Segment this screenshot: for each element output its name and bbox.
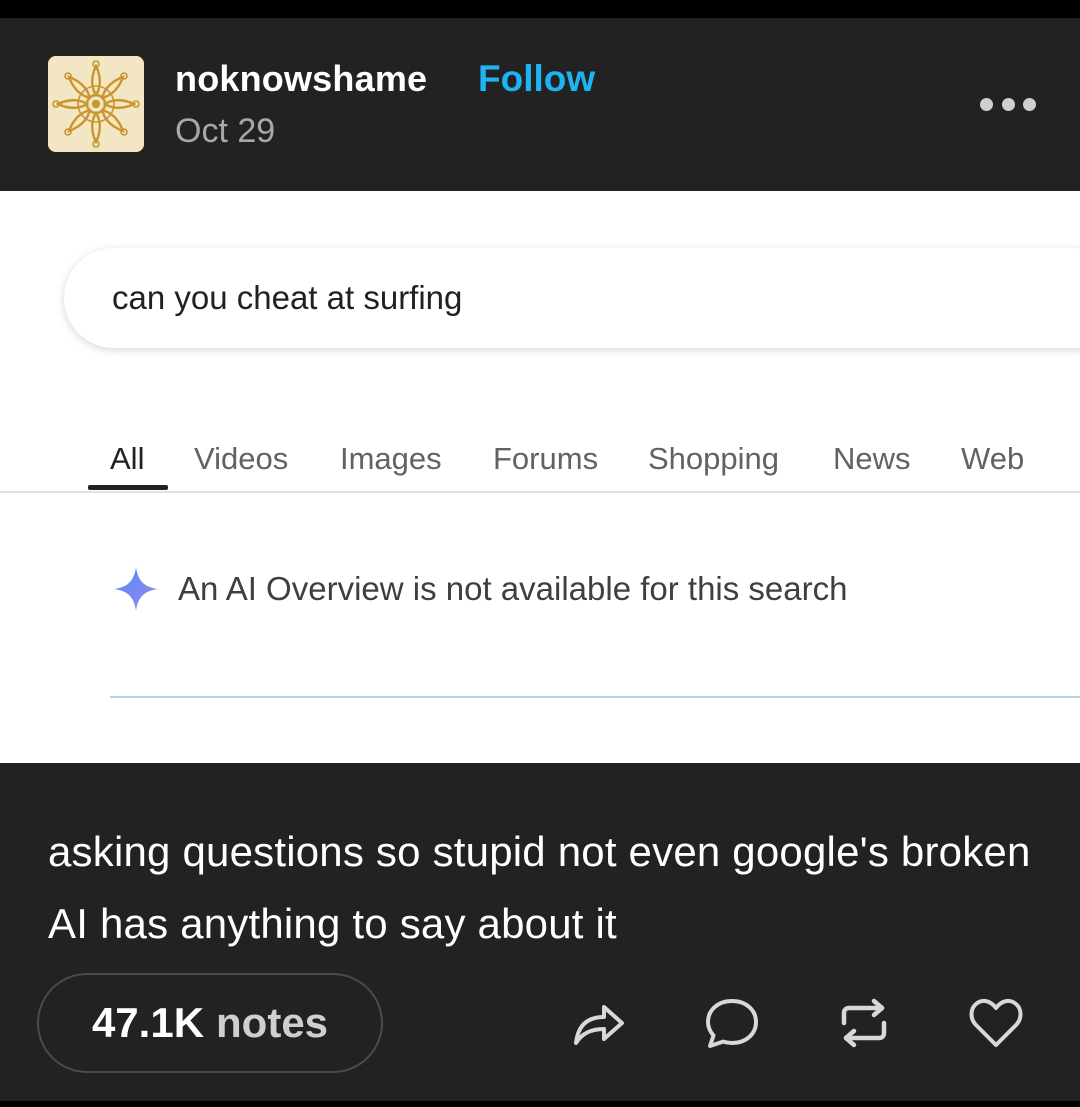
active-tab-indicator: [88, 485, 168, 490]
like-icon[interactable]: [966, 993, 1026, 1053]
tab-web: Web: [961, 441, 1025, 476]
search-query: can you cheat at surfing: [112, 279, 463, 316]
tab-all: All: [110, 441, 145, 476]
bottom-edge: [0, 1101, 1080, 1107]
tab-shopping: Shopping: [648, 441, 780, 476]
ai-overview-notice: An AI Overview is not available for this…: [112, 565, 847, 613]
ai-overview-text: An AI Overview is not available for this…: [178, 570, 848, 607]
top-edge: [0, 0, 1080, 18]
search-tabs: All Videos Images Forums Shopping News W…: [0, 423, 1080, 493]
notes-count: 47.1K: [91, 999, 205, 1046]
reply-icon[interactable]: [702, 993, 762, 1053]
ai-divider: [110, 696, 1080, 698]
tab-images: Images: [340, 441, 442, 476]
blog-avatar[interactable]: [48, 56, 144, 152]
search-box: can you cheat at surfing: [64, 248, 1080, 348]
post-date: Oct 29: [175, 112, 276, 150]
ai-sparkle-icon: [114, 567, 158, 611]
more-options-button[interactable]: [980, 90, 1036, 118]
post-image-search-screenshot[interactable]: can you cheat at surfing All Videos Imag…: [0, 191, 1080, 763]
follow-button[interactable]: Follow: [478, 58, 595, 100]
notes-label: notes: [216, 999, 329, 1046]
share-icon[interactable]: [568, 993, 628, 1053]
tumblr-post: noknowshame Follow Oct 29 can you cheat …: [0, 18, 1080, 1101]
golden-mandala-icon: [48, 56, 144, 152]
tab-videos: Videos: [194, 441, 289, 476]
notes-button[interactable]: 47.1K notes: [37, 973, 383, 1073]
ellipsis-icon: [980, 97, 993, 111]
post-caption: asking questions so stupid not even goog…: [48, 828, 1031, 947]
tab-news: News: [833, 441, 911, 476]
tab-forums: Forums: [493, 441, 599, 476]
tabs-divider: [0, 491, 1080, 493]
blog-name[interactable]: noknowshame: [175, 58, 427, 100]
reblog-icon[interactable]: [834, 993, 894, 1053]
